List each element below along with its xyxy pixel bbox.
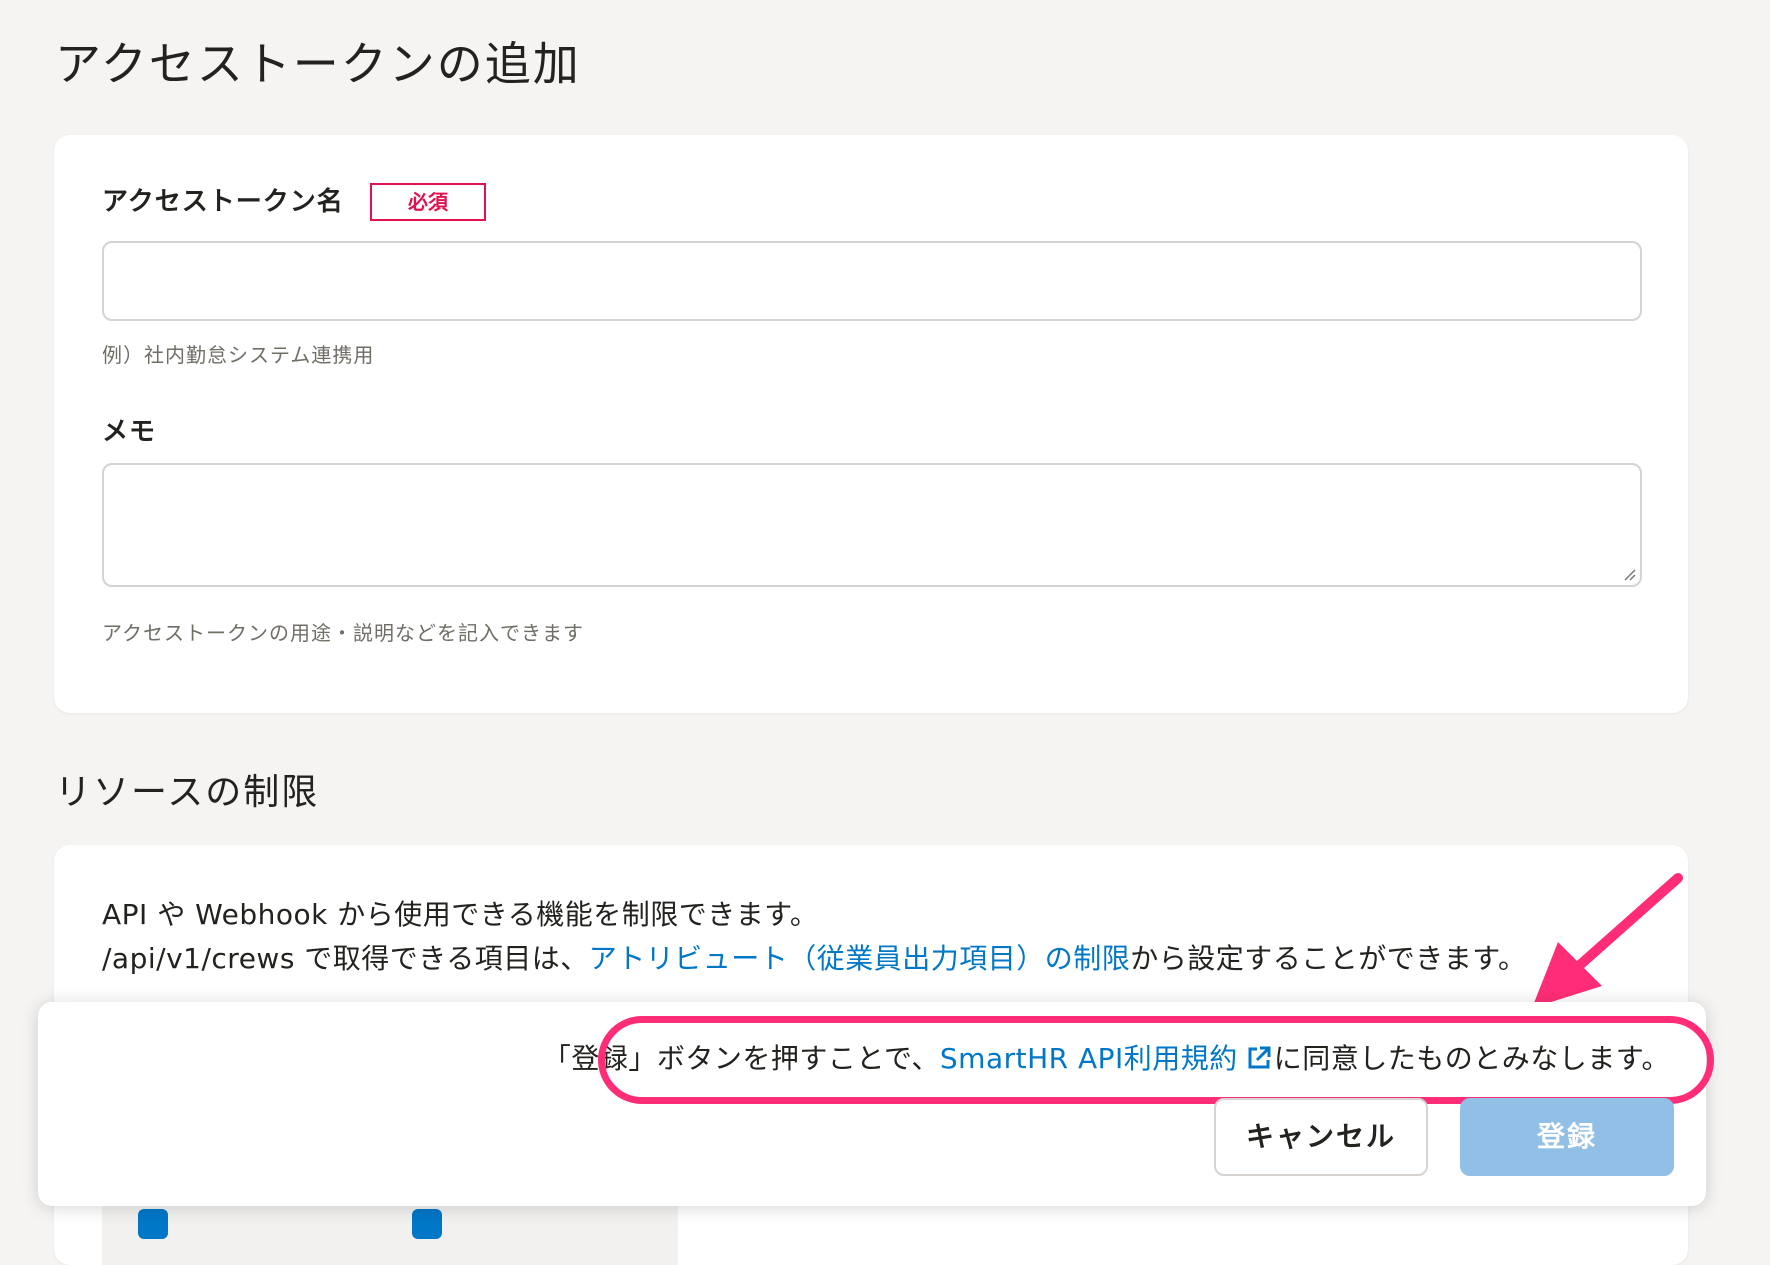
resource-section-title: リソースの制限	[55, 772, 320, 813]
memo-help-text: アクセストークンの用途・説明などを記入できます	[102, 621, 584, 645]
page-title: アクセストークンの追加	[55, 37, 581, 91]
resource-desc-line2-prefix: /api/v1/crews で取得できる項目は、	[102, 942, 589, 975]
agreement-suffix: に同意したものとみなします。	[1273, 1042, 1670, 1075]
external-link-icon	[1248, 1046, 1271, 1069]
sticky-action-bar: 「登録」ボタンを押すことで、SmartHR API利用規約 に同意したものとみなし…	[38, 1002, 1714, 1206]
api-terms-link-label: SmartHR API利用規約	[939, 1042, 1238, 1075]
resource-description: API や Webhook から使用できる機能を制限できます。 /api/v1/…	[102, 893, 1526, 981]
memo-label: メモ	[102, 417, 157, 447]
resize-grip-icon[interactable]	[1622, 567, 1636, 581]
token-name-input[interactable]	[102, 241, 1642, 321]
attribute-restriction-link[interactable]: アトリビュート（従業員出力項目）の制限	[589, 942, 1131, 975]
terms-agreement-text: 「登録」ボタンを押すことで、SmartHR API利用規約 に同意したものとみなし…	[543, 1038, 1670, 1080]
permission-checkbox[interactable]	[412, 1209, 442, 1239]
cancel-button[interactable]: キャンセル	[1214, 1098, 1428, 1176]
token-name-help-text: 例）社内勤怠システム連携用	[102, 343, 375, 367]
resource-desc-line2-suffix: から設定することができます。	[1130, 942, 1527, 975]
token-form-card: アクセストークン名 必須 例）社内勤怠システム連携用 メモ アクセストークンの用…	[54, 135, 1688, 713]
resource-desc-line1: API や Webhook から使用できる機能を制限できます。	[102, 898, 819, 931]
permission-checkbox[interactable]	[138, 1209, 168, 1239]
memo-textarea[interactable]	[102, 463, 1642, 587]
api-terms-link[interactable]: SmartHR API利用規約	[940, 1042, 1274, 1075]
required-badge: 必須	[370, 183, 486, 221]
token-name-label: アクセストークン名	[102, 187, 344, 217]
resource-desc-line2: /api/v1/crews で取得できる項目は、アトリビュート（従業員出力項目）…	[102, 937, 1526, 981]
register-button[interactable]: 登録	[1460, 1098, 1674, 1176]
agreement-prefix: 「登録」ボタンを押すことで、	[542, 1042, 940, 1075]
